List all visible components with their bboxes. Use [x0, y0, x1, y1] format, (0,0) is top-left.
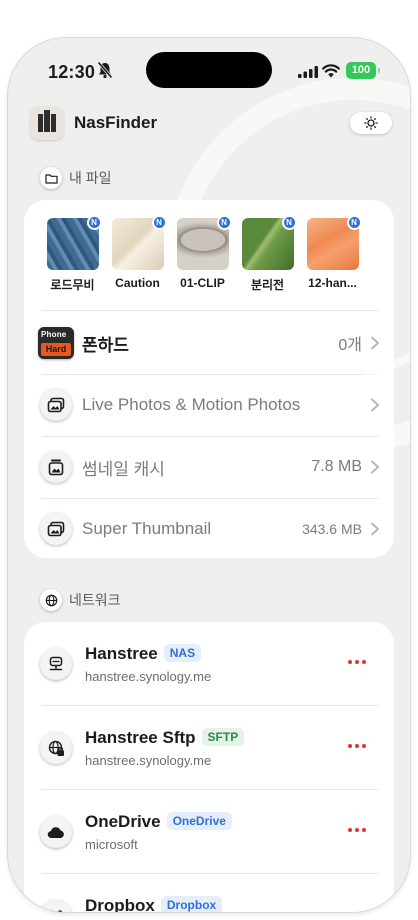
new-badge: N: [281, 215, 297, 230]
server-host: hanstree.synology.me: [85, 669, 212, 684]
dynamic-island: [146, 52, 272, 88]
app-logo: [30, 106, 64, 140]
super-thumbnail-icon: [40, 513, 72, 545]
phone-hard-icon: Phone Hard: [38, 327, 74, 359]
server-host: hanstree.synology.me: [85, 753, 212, 768]
globe-icon: [40, 589, 62, 611]
row-value: 0개: [338, 337, 362, 354]
divider: [42, 310, 378, 311]
thumbnail-label: 01-CLIP: [180, 276, 225, 290]
status-time: 12:30: [48, 62, 96, 82]
chevron-right-icon: [371, 522, 379, 536]
live-photos-icon: [40, 389, 72, 421]
dropbox-icon: [40, 900, 72, 912]
server-row[interactable]: Dropbox Dropbox: [24, 874, 394, 912]
thumbnail-label: 12-han...: [308, 276, 357, 290]
server-name: Hanstree Sftp: [85, 728, 196, 747]
server-icon: [40, 648, 72, 680]
row-label: Live Photos & Motion Photos: [82, 395, 301, 414]
new-badge: N: [151, 215, 167, 230]
bell-muted-icon: [97, 61, 113, 79]
section-network: 네트워크: [40, 588, 121, 612]
server-type-badge: Dropbox: [160, 896, 223, 912]
chevron-right-icon: [371, 460, 379, 474]
more-options-icon[interactable]: [348, 744, 366, 748]
row-label: 폰하드: [82, 335, 129, 355]
thumbnail-item[interactable]: N Caution: [105, 215, 170, 293]
section-my-files: 내 파일: [40, 166, 112, 190]
server-name: Dropbox: [85, 896, 155, 912]
server-type-badge: NAS: [163, 644, 202, 662]
row-label: 썸네일 캐시: [82, 459, 165, 479]
battery-indicator: 100: [346, 62, 380, 79]
globe-lock-icon: [40, 732, 72, 764]
app-header: NasFinder: [8, 102, 410, 142]
theme-toggle-button[interactable]: [350, 112, 392, 134]
cellular-signal-icon: [298, 66, 318, 78]
thumbnail-cache-icon: [40, 451, 72, 483]
phone-hard-row[interactable]: Phone Hard 폰하드 0개: [24, 312, 394, 374]
thumbnail-item[interactable]: N 12-han...: [300, 215, 365, 293]
server-row[interactable]: Hanstree NAS hanstree.synology.me: [24, 622, 394, 706]
server-name-line: Hanstree Sftp SFTP: [85, 728, 245, 748]
row-value: 7.8 MB: [311, 458, 362, 475]
section-title: 네트워크: [69, 592, 121, 608]
server-host: microsoft: [85, 837, 138, 852]
server-row[interactable]: Hanstree Sftp SFTP hanstree.synology.me: [24, 706, 394, 790]
wifi-icon: [322, 64, 340, 78]
my-files-card: N 로드무비 N Caution N 01-CLIP N 분리전 N 12-ha…: [24, 200, 394, 558]
server-name: Hanstree: [85, 644, 158, 663]
thumbnail-item[interactable]: N 01-CLIP: [170, 215, 235, 293]
super-thumbnail-row[interactable]: Super Thumbnail 343.6 MB: [24, 498, 394, 558]
server-type-badge: SFTP: [201, 728, 245, 746]
thumbnail-label: 로드무비: [50, 278, 95, 292]
app-screen: 12:30 100 NasFinder 내 파일 N 로드무비 N Cautio…: [8, 38, 410, 912]
row-value: 343.6 MB: [302, 521, 362, 537]
thumbnail-label: Caution: [115, 276, 160, 290]
thumbnail-cache-row[interactable]: 썸네일 캐시 7.8 MB: [24, 436, 394, 498]
network-card: Hanstree NAS hanstree.synology.me Hanstre…: [24, 622, 394, 912]
more-options-icon[interactable]: [348, 660, 366, 664]
section-title: 내 파일: [69, 170, 112, 186]
cloud-icon: [40, 816, 72, 848]
more-options-icon[interactable]: [348, 828, 366, 832]
status-bar: 12:30 100: [8, 38, 410, 108]
thumbnail-item[interactable]: N 분리전: [235, 215, 300, 293]
app-title: NasFinder: [74, 113, 158, 132]
server-name: OneDrive: [85, 812, 161, 831]
thumbnail-label: 분리전: [250, 278, 285, 292]
thumbnail-strip: N 로드무비 N Caution N 01-CLIP N 분리전 N 12-ha…: [40, 215, 365, 293]
new-badge: N: [86, 215, 102, 230]
folder-icon: [40, 167, 62, 189]
new-badge: N: [346, 215, 362, 230]
chevron-right-icon: [371, 336, 379, 350]
server-row[interactable]: OneDrive OneDrive microsoft: [24, 790, 394, 874]
thumbnail-item[interactable]: N 로드무비: [40, 215, 105, 293]
row-label: Super Thumbnail: [82, 519, 212, 538]
server-type-badge: OneDrive: [166, 812, 232, 830]
chevron-right-icon: [371, 398, 379, 412]
server-name-line: Hanstree NAS: [85, 644, 202, 664]
server-name-line: Dropbox Dropbox: [85, 896, 223, 912]
server-name-line: OneDrive OneDrive: [85, 812, 232, 832]
live-photos-row[interactable]: Live Photos & Motion Photos: [24, 374, 394, 436]
sun-icon: [364, 116, 378, 130]
new-badge: N: [216, 215, 232, 230]
